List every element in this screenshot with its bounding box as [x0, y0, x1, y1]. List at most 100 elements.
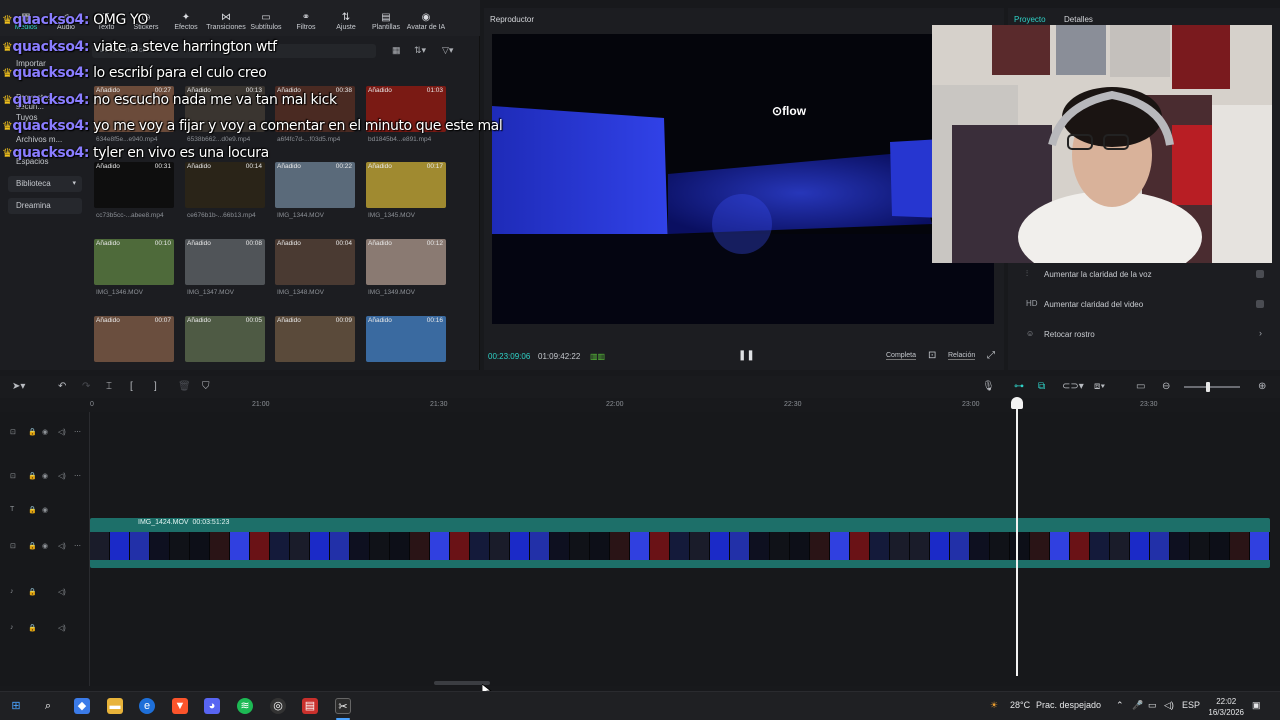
snap-icon[interactable]: ⧈▾	[1094, 381, 1105, 392]
eye-icon[interactable]: ◉	[42, 506, 48, 514]
weather-desc[interactable]: Prac. despejado	[1036, 700, 1101, 710]
zoom-slider-thumb[interactable]	[1206, 382, 1210, 392]
video-app-icon[interactable]: ▤	[302, 698, 318, 714]
media-thumbnail[interactable]: Añadido 00:17	[366, 162, 446, 208]
aspect-ratio-button[interactable]: Relación	[948, 352, 976, 360]
microphone-tray-icon[interactable]: 🎤	[1132, 700, 1143, 711]
filter-icon[interactable]: ▽▾	[442, 45, 453, 56]
windows-start-icon[interactable]: ⊞	[8, 698, 24, 714]
zoom-slider[interactable]	[1184, 386, 1240, 388]
split-icon[interactable]: ⌶	[106, 381, 112, 392]
playhead-handle[interactable]	[1011, 397, 1023, 409]
volume-icon[interactable]: ◁)	[1164, 700, 1174, 711]
lock-icon[interactable]: 🔒	[28, 506, 37, 514]
lock-icon[interactable]: 🔒	[28, 472, 37, 480]
media-thumbnail[interactable]: Añadido 00:07	[94, 316, 174, 362]
toolbar-templates[interactable]: ▤ Plantillas	[366, 12, 406, 36]
media-thumbnail[interactable]: Añadido 00:10	[94, 239, 174, 285]
sort-icon[interactable]: ⇅▾	[414, 45, 426, 56]
voice-clarity-row[interactable]: ⫶ Aumentar la claridad de la voz	[1018, 264, 1272, 286]
media-thumbnail[interactable]: Añadido 00:09	[275, 316, 355, 362]
eye-icon[interactable]: ◉	[42, 472, 48, 480]
preview-axis-icon[interactable]: ⊂⊃▾	[1062, 381, 1084, 392]
nav-item-dreamina[interactable]: Dreamina	[8, 198, 82, 214]
file-explorer-icon[interactable]: ▬	[107, 698, 123, 714]
retouch-face-row[interactable]: ☺ Retocar rostro ›	[1018, 324, 1272, 346]
more-icon[interactable]: ⋯	[74, 542, 81, 550]
copilot-icon[interactable]: ◆	[74, 698, 90, 714]
video-preview[interactable]: ⊙flow	[492, 34, 994, 324]
toolbar-transitions[interactable]: ⋈ Transiciones	[206, 12, 246, 36]
nav-item-library[interactable]: Biblioteca ▾	[8, 176, 82, 192]
playhead[interactable]	[1016, 398, 1018, 676]
clock[interactable]: 22:02 16/3/2026	[1208, 696, 1244, 718]
network-icon[interactable]: ▭	[1148, 700, 1157, 711]
toolbar-subtitles[interactable]: ▭ Subtítulos	[246, 12, 286, 36]
media-thumbnail[interactable]: Añadido 00:16	[366, 316, 446, 362]
video-clarity-toggle[interactable]	[1256, 300, 1264, 308]
trim-left-icon[interactable]: [	[130, 381, 133, 392]
weather-icon[interactable]: ☀	[990, 700, 998, 711]
grid-view-icon[interactable]: ▦	[392, 45, 401, 56]
video-clarity-row[interactable]: HD Aumentar claridad del video	[1018, 294, 1272, 316]
timeline-ruler[interactable]: 0 21:00 21:30 22:00 22:30 23:00 23:30	[90, 398, 1280, 412]
media-thumbnail[interactable]: Añadido 00:12	[366, 239, 446, 285]
eye-icon[interactable]: ◉	[42, 542, 48, 550]
track-head-audio-2: ♪ 🔒 ◁)	[0, 620, 90, 640]
microphone-icon[interactable]: 🎙	[982, 381, 995, 392]
brave-browser-icon[interactable]: ▼	[172, 698, 188, 714]
film-frame	[730, 532, 750, 560]
delete-icon[interactable]: 🗑	[178, 381, 191, 392]
speaker-icon[interactable]: ◁)	[58, 428, 66, 436]
lock-icon[interactable]: 🔒	[28, 428, 37, 436]
zoom-in-icon[interactable]: ⊕	[1258, 381, 1266, 392]
full-quality-button[interactable]: Completa	[886, 352, 916, 360]
fullscreen-icon[interactable]: ⤢	[987, 350, 995, 361]
lock-icon[interactable]: 🔒	[28, 588, 37, 596]
more-icon[interactable]: ⋯	[74, 428, 81, 436]
select-tool-icon[interactable]: ➤▾	[12, 381, 25, 392]
media-thumbnail[interactable]: Añadido 00:04	[275, 239, 355, 285]
voice-clarity-toggle[interactable]	[1256, 270, 1264, 278]
media-thumbnail[interactable]: Añadido 00:31	[94, 162, 174, 208]
media-thumbnail[interactable]: Añadido 00:08	[185, 239, 265, 285]
tab-details[interactable]: Detalles	[1064, 15, 1093, 24]
more-icon[interactable]: ⋯	[74, 472, 81, 480]
edge-browser-icon[interactable]: e	[139, 698, 155, 714]
link-icon[interactable]: ⧉	[1038, 381, 1045, 392]
tab-project[interactable]: Proyecto	[1014, 15, 1046, 24]
speaker-icon[interactable]: ◁)	[58, 588, 66, 596]
language-indicator[interactable]: ESP	[1182, 700, 1200, 710]
undo-icon[interactable]: ↶	[58, 381, 66, 392]
chevron-up-icon[interactable]: ⌃	[1116, 700, 1124, 711]
speaker-icon[interactable]: ◁)	[58, 542, 66, 550]
obs-icon[interactable]: ◎	[270, 698, 286, 714]
zoom-out-icon[interactable]: ⊖	[1162, 381, 1170, 392]
lock-icon[interactable]: 🔒	[28, 542, 37, 550]
toolbar-avatar-ai[interactable]: ◉ Avatar de IA	[406, 12, 446, 36]
media-thumbnail[interactable]: Añadido 00:22	[275, 162, 355, 208]
toolbar-adjust[interactable]: ⇅ Ajuste	[326, 12, 366, 36]
redo-icon[interactable]: ↷	[82, 381, 90, 392]
lock-icon[interactable]: 🔒	[28, 624, 37, 632]
search-icon[interactable]: ⌕	[40, 698, 56, 714]
trim-right-icon[interactable]: ]	[154, 381, 157, 392]
toolbar-filters[interactable]: ⚭ Filtros	[286, 12, 326, 36]
eye-icon[interactable]: ◉	[42, 428, 48, 436]
media-thumbnail[interactable]: Añadido 00:14	[185, 162, 265, 208]
speaker-icon[interactable]: ◁)	[58, 472, 66, 480]
capcut-icon[interactable]: ✂	[335, 698, 351, 714]
snapshot-icon[interactable]: ⊡	[928, 350, 936, 361]
pause-button[interactable]: ❚❚	[738, 350, 755, 361]
weather-temp[interactable]: 28°C	[1010, 700, 1030, 710]
magnet-icon[interactable]: ⊶	[1014, 381, 1024, 392]
toolbar-effects[interactable]: ✦ Efectos	[166, 12, 206, 36]
video-clip[interactable]: IMG_1424.MOV 00:03:51:23	[90, 518, 1270, 568]
media-thumbnail[interactable]: Añadido 00:05	[185, 316, 265, 362]
marker-icon[interactable]: ⛉	[202, 381, 210, 392]
spotify-icon[interactable]: ≋	[237, 698, 253, 714]
speaker-icon[interactable]: ◁)	[58, 624, 66, 632]
notifications-icon[interactable]: ▣	[1252, 700, 1261, 711]
discord-icon[interactable]: ◕	[204, 698, 220, 714]
subtitle-track-icon[interactable]: ▭	[1136, 381, 1145, 392]
